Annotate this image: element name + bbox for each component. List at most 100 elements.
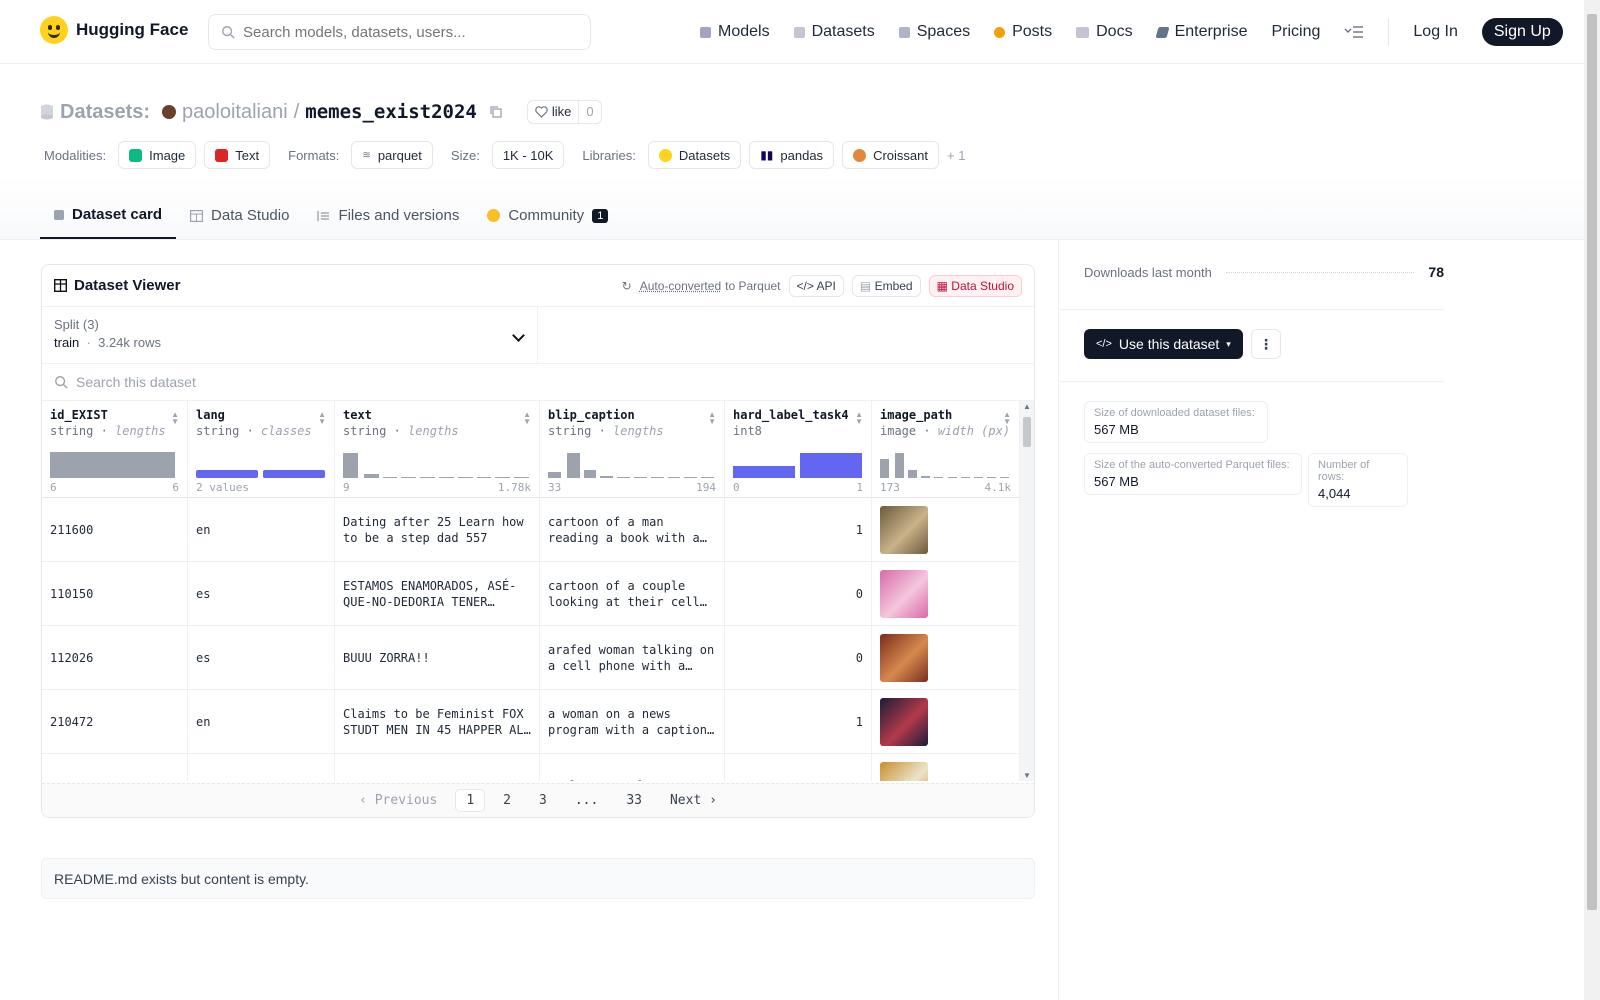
signup-button[interactable]: Sign Up: [1481, 18, 1563, 46]
page-2[interactable]: 2: [493, 790, 521, 811]
tab-data-studio[interactable]: Data Studio: [176, 196, 303, 239]
histogram-bar[interactable]: [548, 471, 561, 478]
meme-thumbnail[interactable]: [880, 633, 928, 682]
sort-icon[interactable]: ▲ ▼: [523, 411, 531, 426]
table-cell-text[interactable]: Claims to be Feminist FOX STUDT MEN IN 4…: [335, 690, 540, 754]
table-cell-lang[interactable]: es: [188, 626, 335, 690]
histogram-bar[interactable]: [382, 476, 398, 478]
nav-datasets[interactable]: Datasets: [793, 18, 875, 46]
meme-thumbnail[interactable]: [880, 569, 928, 618]
tab-community[interactable]: Community 1: [473, 196, 622, 239]
histogram-bar[interactable]: [363, 474, 379, 478]
copy-icon[interactable]: [489, 105, 503, 119]
column-header-hard-label-task4[interactable]: hard_label_task4 int8 ▲ ▼ 0 1: [725, 401, 872, 498]
table-cell-label[interactable]: 0: [725, 626, 872, 690]
table-cell-id-exist[interactable]: 110150: [42, 562, 188, 626]
like-action[interactable]: like: [528, 101, 579, 123]
page-scrollbar[interactable]: [1584, 0, 1600, 1000]
page-3[interactable]: 3: [529, 790, 557, 811]
histogram-bar[interactable]: [999, 476, 1009, 478]
page-33[interactable]: 33: [616, 790, 652, 811]
nav-spaces[interactable]: Spaces: [898, 18, 970, 46]
table-cell-label[interactable]: 1: [725, 498, 872, 562]
histogram-bar[interactable]: [420, 476, 435, 478]
histogram-bar[interactable]: [514, 476, 529, 478]
table-cell-id-exist[interactable]: [42, 754, 188, 781]
column-header-id-exist[interactable]: id_EXIST string · lengths ▲ ▼ 6 6: [42, 401, 188, 498]
table-cell-image[interactable]: [872, 498, 1020, 562]
histogram-bar[interactable]: [921, 476, 931, 478]
embed-button[interactable]: ▤ Embed: [851, 274, 921, 297]
histogram-bar[interactable]: [600, 476, 614, 478]
dataset-search[interactable]: Search this dataset: [42, 364, 1034, 401]
repo-section[interactable]: Datasets:: [60, 101, 150, 124]
tags-more[interactable]: + 1: [947, 148, 965, 163]
table-cell-id-exist[interactable]: 210472: [42, 690, 188, 754]
histogram-bar[interactable]: [262, 470, 325, 478]
auto-converted-link[interactable]: Auto-converted: [640, 279, 721, 293]
page-1[interactable]: 1: [455, 789, 486, 812]
histogram-bar[interactable]: [880, 458, 890, 478]
tag-size[interactable]: 1K - 10K: [491, 141, 565, 169]
table-cell-blip-caption[interactable]: arafed woman talking on a cell phone wit…: [540, 626, 725, 690]
login-link[interactable]: Log In: [1413, 18, 1457, 46]
tag-croissant[interactable]: Croissant: [842, 141, 939, 169]
histogram-bar[interactable]: [476, 476, 492, 478]
column-header-blip-caption[interactable]: blip_caption string · lengths ▲ ▼ 33 194: [540, 401, 725, 498]
meme-thumbnail[interactable]: [880, 697, 928, 746]
more-options-button[interactable]: ⋮: [1251, 329, 1281, 359]
api-button[interactable]: </> API: [788, 274, 844, 297]
meme-thumbnail[interactable]: [880, 505, 928, 554]
nav-models[interactable]: Models: [700, 18, 770, 46]
histogram-bar[interactable]: [583, 470, 597, 478]
table-cell-label[interactable]: [725, 754, 872, 781]
global-search-input[interactable]: [243, 23, 563, 41]
global-search[interactable]: [208, 14, 591, 50]
histogram-bar[interactable]: [566, 453, 580, 478]
table-cell-image[interactable]: [872, 690, 1020, 754]
like-button[interactable]: like 0: [526, 100, 602, 124]
histogram-bar[interactable]: [701, 476, 714, 478]
scroll-down-icon[interactable]: ▼: [1023, 771, 1031, 780]
sort-icon[interactable]: ▲ ▼: [708, 411, 716, 426]
scroll-up-icon[interactable]: ▲: [1023, 402, 1031, 411]
histogram-bar[interactable]: [947, 476, 957, 478]
tag-datasets-lib[interactable]: Datasets: [647, 141, 742, 169]
sort-icon[interactable]: ▲ ▼: [318, 411, 326, 426]
sort-icon[interactable]: ▲ ▼: [855, 411, 863, 426]
histogram-bar[interactable]: [634, 476, 647, 478]
column-header-lang[interactable]: lang string · classes ▲ ▼ 2 values: [188, 401, 335, 498]
tab-files-versions[interactable]: Files and versions: [303, 196, 473, 239]
nav-posts[interactable]: Posts: [994, 18, 1052, 46]
tab-dataset-card[interactable]: Dataset card: [40, 196, 177, 239]
tag-pandas[interactable]: ▮▮ pandas: [749, 141, 835, 169]
table-cell-text[interactable]: Dating after 25 Learn how to be a step d…: [335, 498, 540, 562]
repo-owner[interactable]: paoloitaliani: [182, 101, 288, 124]
histogram-bar[interactable]: [973, 476, 983, 478]
histogram-bar[interactable]: [401, 476, 417, 478]
table-cell-text[interactable]: BUUU ZORRA!!: [335, 626, 540, 690]
histogram-bar[interactable]: [733, 466, 795, 478]
table-cell-id-exist[interactable]: 211600: [42, 498, 188, 562]
table-cell-lang[interactable]: en: [188, 690, 335, 754]
histogram-bar[interactable]: [908, 470, 918, 478]
table-cell-blip-caption[interactable]: cartoon of a man reading a book with a c…: [540, 498, 725, 562]
nav-enterprise[interactable]: Enterprise: [1155, 18, 1247, 46]
nav-more-menu[interactable]: [1344, 18, 1364, 46]
data-studio-button[interactable]: ▦ Data Studio: [928, 274, 1022, 297]
histogram-bar[interactable]: [50, 452, 175, 478]
column-header-image-path[interactable]: image_path image · width (px) ▲ ▼ 173 4.1k: [872, 401, 1020, 498]
histogram-bar[interactable]: [650, 476, 664, 478]
column-header-text[interactable]: text string · lengths ▲ ▼ 9 1.78k: [335, 401, 540, 498]
table-cell-label[interactable]: 1: [725, 690, 872, 754]
histogram-bar[interactable]: [343, 453, 358, 478]
histogram-bar[interactable]: [684, 476, 698, 478]
tag-image[interactable]: Image: [118, 141, 197, 169]
histogram-bar[interactable]: [439, 476, 454, 478]
prev-page-button[interactable]: ‹ Previous: [349, 790, 447, 811]
histogram-bar[interactable]: [667, 476, 681, 478]
repo-name[interactable]: memes_exist2024: [305, 101, 477, 123]
table-cell-blip-caption[interactable]: cartoon of a couple looking at their cel…: [540, 562, 725, 626]
table-cell-text[interactable]: NOT ALL MEN NOT ALL MEN: [335, 754, 540, 781]
table-cell-text[interactable]: ESTAMOS ENAMORADOS, ASÉ-QUE-NO-DEDORIA T…: [335, 562, 540, 626]
